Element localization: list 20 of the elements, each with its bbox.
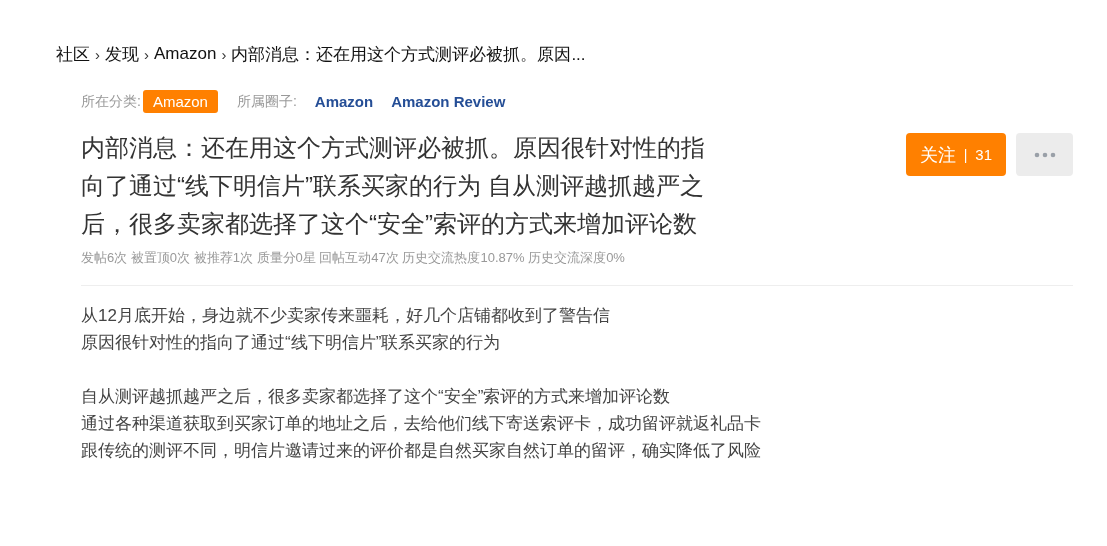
body-text-line: 自从测评越抓越严之后，很多卖家都选择了这个“安全”索评的方式来增加评论数 [81, 386, 672, 408]
circles-label: 所属圈子: [236, 92, 297, 111]
more-button[interactable] [1016, 133, 1073, 176]
circle-link[interactable]: Amazon [314, 93, 374, 110]
breadcrumb-current: 内部消息：还在用这个方式测评必被抓。原因... [231, 43, 586, 66]
breadcrumb-link[interactable]: Amazon [154, 44, 217, 64]
breadcrumb-separator: › [221, 45, 227, 63]
breadcrumb-separator: › [95, 45, 100, 63]
circle-link[interactable]: Amazon Review [391, 93, 506, 110]
breadcrumb-link[interactable]: 发现 [105, 42, 139, 66]
category-label: 所在分类: [81, 92, 141, 111]
breadcrumb-link[interactable]: 社区 [56, 42, 90, 66]
body-text-line: 跟传统的测评不同，明信片邀请过来的评价都是自然买家自然订单的留评，确实降低了风险 [81, 440, 762, 462]
post-stats: 发帖6次 被置顶0次 被推荐1次 质量分0星 回帖互动47次 历史交流热度10.87% 历史交流深度0% [81, 249, 626, 267]
ellipsis-icon [1033, 151, 1056, 158]
body-text-line: 通过各种渠道获取到买家订单的地址之后，去给他们线下寄送索评卡，成功留评就返礼品卡 [81, 413, 762, 435]
body-text-line: 原因很针对性的指向了通过“线下明信片”联系买家的行为 [81, 332, 502, 354]
post-title: 内部消息：还在用这个方式测评必被抓。原因很针对性的指向了通过“线下明信片”联系买家的行为 自从测评越抓越严之后，很多卖家都选择了这个“安全”索评的方式来增加评论数 [81, 133, 706, 239]
body-text-line: 从12月底开始，身边就不少卖家传来噩耗，好几个店铺都收到了警告信 [81, 305, 611, 327]
breadcrumb-separator: › [144, 45, 149, 63]
